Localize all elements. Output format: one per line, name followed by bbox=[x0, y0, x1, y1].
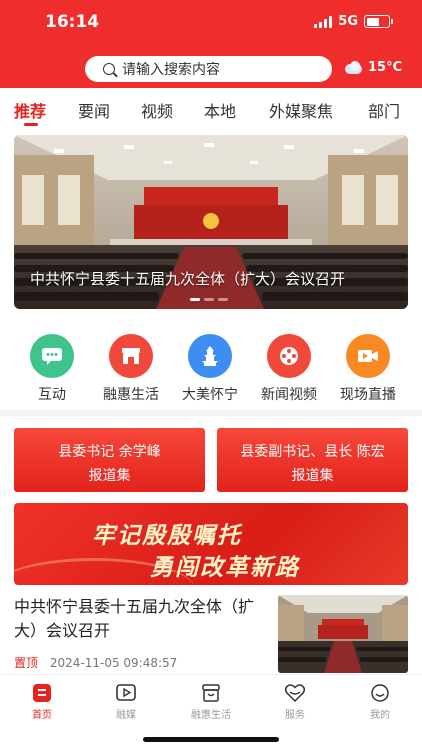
promo-title: 县委书记 余学峰 bbox=[58, 444, 161, 460]
shop-icon bbox=[202, 684, 220, 702]
banner-carousel[interactable]: 中共怀宁县委十五届九次全体（扩大）会议召开 bbox=[14, 135, 408, 309]
carousel-indicator bbox=[190, 298, 228, 301]
tabbar-label: 首页 bbox=[32, 710, 52, 721]
quick-entry-label: 新闻视频 bbox=[261, 387, 317, 403]
tab-recommend[interactable]: 推荐 bbox=[14, 98, 46, 122]
bottom-tab-bar: 首页 融媒 融惠生活 服务 我的 bbox=[0, 674, 422, 722]
search-input[interactable]: 请输入搜索内容 bbox=[85, 56, 332, 82]
promo-secretary-reports[interactable]: 县委书记 余学峰 报道集 bbox=[14, 428, 205, 492]
home-indicator bbox=[143, 737, 279, 742]
search-placeholder: 请输入搜索内容 bbox=[122, 62, 220, 78]
tabbar-media[interactable]: 融媒 bbox=[96, 683, 156, 721]
film-reel-icon bbox=[267, 334, 311, 378]
tabbar-label: 我的 bbox=[370, 710, 390, 721]
user-smile-icon bbox=[371, 684, 389, 702]
status-indicators: 5G bbox=[314, 14, 393, 29]
promo-subtitle: 报道集 bbox=[88, 468, 131, 484]
tab-foreign-media[interactable]: 外媒聚焦 bbox=[269, 98, 333, 122]
tab-departments[interactable]: 部门 bbox=[368, 98, 400, 122]
app-header: 16:14 5G 请输入搜索内容 15°C bbox=[0, 0, 422, 88]
quick-entry-label: 大美怀宁 bbox=[182, 387, 238, 403]
tabbar-life[interactable]: 融惠生活 bbox=[181, 683, 241, 721]
quick-entry-label: 现场直播 bbox=[340, 387, 396, 403]
news-list-item[interactable]: 中共怀宁县委十五届九次全体（扩大）会议召开 置顶 2024-11-05 09:4… bbox=[14, 595, 408, 673]
live-camera-icon bbox=[346, 334, 390, 378]
weather-widget[interactable]: 15°C bbox=[342, 60, 402, 75]
pagoda-icon bbox=[188, 334, 232, 378]
tabbar-services[interactable]: 服务 bbox=[265, 683, 325, 721]
promo-subtitle: 报道集 bbox=[291, 468, 334, 484]
tab-headlines[interactable]: 要闻 bbox=[78, 98, 110, 122]
tabbar-label: 融媒 bbox=[116, 710, 136, 721]
quick-entry-label: 融惠生活 bbox=[103, 387, 159, 403]
promo-county-head-reports[interactable]: 县委副书记、县长 陈宏 报道集 bbox=[217, 428, 408, 492]
promo-title: 县委副书记、县长 陈宏 bbox=[240, 444, 385, 460]
slogan-line-1: 牢记殷殷嘱托 bbox=[92, 523, 242, 549]
slogan-line-2: 勇闯改革新路 bbox=[150, 555, 300, 581]
active-tab-indicator bbox=[24, 123, 38, 126]
quick-entry-beautiful-huaining[interactable]: 大美怀宁 bbox=[170, 334, 250, 404]
quick-entry-interact[interactable]: 互动 bbox=[12, 334, 92, 404]
quick-entry-live[interactable]: 现场直播 bbox=[328, 334, 408, 404]
network-label: 5G bbox=[338, 14, 358, 29]
quick-entry-label: 互动 bbox=[38, 387, 66, 403]
section-divider bbox=[0, 410, 422, 416]
tab-video[interactable]: 视频 bbox=[141, 98, 173, 122]
tabbar-profile[interactable]: 我的 bbox=[350, 683, 410, 721]
quick-entry-life[interactable]: 融惠生活 bbox=[91, 334, 171, 404]
slogan-banner[interactable]: 牢记殷殷嘱托 勇闯改革新路 bbox=[14, 503, 408, 585]
shop-icon bbox=[109, 334, 153, 378]
news-meta: 置顶 2024-11-05 09:48:57 bbox=[14, 654, 177, 671]
signal-icon bbox=[314, 15, 333, 28]
news-timestamp: 2024-11-05 09:48:57 bbox=[49, 656, 178, 670]
category-tabs: 推荐 要闻 视频 本地 外媒聚焦 部门 bbox=[0, 98, 422, 128]
battery-icon bbox=[364, 15, 393, 28]
temperature: 15°C bbox=[368, 60, 403, 75]
cloud-icon bbox=[342, 60, 364, 75]
search-icon bbox=[103, 63, 115, 75]
banner-caption: 中共怀宁县委十五届九次全体（扩大）会议召开 bbox=[30, 270, 346, 288]
quick-entry-news-video[interactable]: 新闻视频 bbox=[249, 334, 329, 404]
status-bar: 16:14 5G bbox=[0, 0, 422, 44]
tabbar-label: 融惠生活 bbox=[191, 710, 231, 721]
tabbar-home[interactable]: 首页 bbox=[12, 683, 72, 721]
quick-entry-grid: 互动 融惠生活 大美怀宁 新闻视频 现场直播 bbox=[0, 334, 422, 404]
status-time: 16:14 bbox=[45, 12, 100, 32]
news-thumbnail bbox=[278, 595, 408, 673]
tabbar-label: 服务 bbox=[285, 710, 305, 721]
heart-icon bbox=[284, 684, 306, 703]
chat-bubble-icon bbox=[30, 334, 74, 378]
video-play-icon bbox=[116, 684, 136, 701]
tab-local[interactable]: 本地 bbox=[204, 98, 236, 122]
pinned-badge: 置顶 bbox=[14, 656, 39, 670]
home-icon bbox=[33, 684, 51, 702]
news-title: 中共怀宁县委十五届九次全体（扩大）会议召开 bbox=[14, 597, 255, 640]
